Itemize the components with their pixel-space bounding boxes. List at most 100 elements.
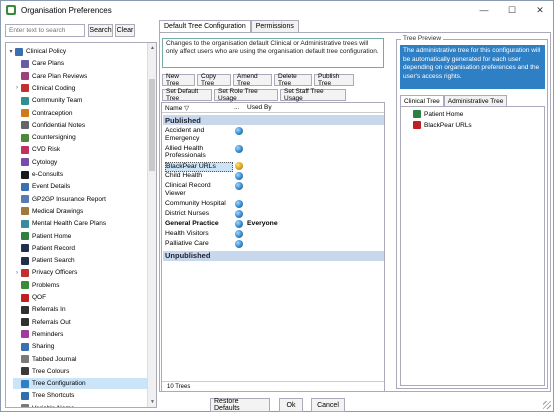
close-button[interactable]: ✕ (526, 1, 554, 19)
tree-item[interactable]: GP2GP Insurance Report (13, 194, 147, 205)
tree-item[interactable]: Problems (13, 280, 147, 291)
tree-item-label: Contraception (32, 109, 73, 117)
tree-item[interactable]: e-Consults (13, 169, 147, 180)
tree-config-row[interactable]: Clinical Record Viewer (163, 182, 384, 198)
expand-toggle-icon[interactable]: › (13, 270, 21, 276)
tree-config-row[interactable]: General Practice Everyone (163, 219, 384, 229)
amend-tree-button[interactable]: Amend Tree (233, 73, 272, 87)
tree-item-label: Event Details (32, 183, 71, 191)
search-row: Search Clear (5, 23, 157, 37)
tree-item-icon (21, 232, 29, 240)
column-chooser-header[interactable]: ... (234, 104, 239, 111)
tree-item-icon (21, 158, 29, 167)
tree-item[interactable]: Sharing (13, 341, 147, 352)
published-group-row[interactable]: Published (163, 115, 384, 125)
tree-item[interactable]: Confidential Notes (13, 120, 147, 131)
unpublished-group-row[interactable]: Unpublished (163, 250, 384, 261)
tab-default-tree-configuration[interactable]: Default Tree Configuration (159, 20, 251, 32)
maximize-button[interactable]: ☐ (498, 1, 526, 19)
tab-permissions[interactable]: Permissions (250, 20, 299, 32)
tree-item-label: Countersigning (32, 134, 76, 142)
expand-toggle-icon[interactable]: ▾ (7, 48, 15, 55)
tree-item[interactable]: Reminders (13, 329, 147, 340)
set-role-tree-usage-button[interactable]: Set Role Tree Usage (214, 88, 278, 102)
tree-scrollbar[interactable]: ▲ ▼ (147, 43, 156, 407)
tree-item[interactable]: Tree Colours (13, 366, 147, 377)
tree-item[interactable]: › Clinical Coding (13, 83, 147, 94)
tree-item-label: Cytology (32, 158, 58, 166)
tree-item[interactable]: Care Plans (13, 58, 147, 69)
resize-grip-icon[interactable] (543, 401, 551, 409)
minimize-button[interactable]: — (470, 1, 498, 19)
search-input[interactable] (5, 23, 85, 37)
globe-icon (235, 199, 243, 208)
tree-item-icon (21, 84, 29, 93)
tree-item[interactable]: Contraception (13, 108, 147, 119)
tree-item-label: Medical Drawings (32, 207, 84, 215)
globe-icon (235, 127, 243, 135)
tree-item-label: Patient Search (32, 257, 75, 265)
scroll-down-icon[interactable]: ▼ (150, 399, 155, 405)
tree-item[interactable]: Tabbed Journal (13, 354, 147, 365)
tab-clinical-tree[interactable]: Clinical Tree (400, 95, 444, 106)
restore-defaults-button[interactable]: Restore Defaults (210, 398, 270, 412)
tree-config-row[interactable]: Palliative Care (163, 239, 384, 249)
tree-item[interactable]: Patient Search (13, 255, 147, 266)
tree-item[interactable]: Referrals Out (13, 317, 147, 328)
tree-config-row[interactable]: Child Health (163, 172, 384, 181)
preview-tree-item[interactable]: Patient Home (413, 110, 463, 118)
tree-config-row[interactable]: Community Hospital (163, 199, 384, 209)
unpublished-changes-icon (235, 162, 243, 170)
tree-config-row[interactable]: District Nurses (163, 209, 384, 219)
tree-name: General Practice (165, 219, 219, 227)
set-default-tree-button[interactable]: Set Default Tree (162, 88, 212, 102)
ok-button[interactable]: Ok (279, 398, 303, 412)
tree-item[interactable]: Countersigning (13, 132, 147, 143)
used-by-column-header[interactable]: Used By (247, 104, 272, 111)
tree-item-label: Confidential Notes (32, 121, 86, 129)
tree-item[interactable]: QOF (13, 292, 147, 303)
publish-tree-button[interactable]: Publish Tree (314, 73, 354, 87)
set-staff-tree-usage-button[interactable]: Set Staff Tree Usage (280, 88, 346, 102)
tree-item[interactable]: Referrals In (13, 304, 147, 315)
tab-administrative-tree[interactable]: Administrative Tree (443, 95, 508, 106)
tree-item[interactable]: Variable Name (13, 403, 147, 407)
name-column-header[interactable]: Name ▽ (165, 104, 189, 112)
tree-item-icon (21, 219, 29, 228)
tree-item[interactable]: Care Plan Reviews (13, 71, 147, 82)
tree-item[interactable]: Patient Record (13, 243, 147, 254)
expand-toggle-icon[interactable]: › (13, 85, 21, 91)
tree-item-label: Tree Colours (32, 367, 70, 375)
cancel-button[interactable]: Cancel (311, 398, 345, 412)
tree-config-row[interactable]: BlackPear URLs (163, 162, 384, 172)
tree-item[interactable]: Cytology (13, 157, 147, 168)
tree-config-row[interactable]: Accident and Emergency (163, 127, 384, 143)
tree-config-row[interactable]: Allied Health Professionals (163, 144, 384, 161)
new-tree-button[interactable]: New Tree (162, 73, 195, 87)
tree-item[interactable]: Event Details (13, 181, 147, 192)
scroll-thumb[interactable] (149, 79, 155, 171)
tree-config-row[interactable]: Health Visitors (163, 229, 384, 239)
scroll-up-icon[interactable]: ▲ (150, 45, 155, 51)
tree-item-icon (21, 281, 29, 290)
clear-button[interactable]: Clear (115, 23, 135, 37)
sort-icon[interactable]: ▽ (184, 105, 189, 112)
tree-item[interactable]: Mental Health Care Plans (13, 218, 147, 229)
tree-item-label: Tabbed Journal (32, 355, 77, 363)
tree-item[interactable]: Community Team (13, 95, 147, 106)
tree-item[interactable]: Patient Home (13, 231, 147, 242)
tree-item[interactable]: ▾ Clinical Policy (7, 46, 147, 57)
tree-item-label: Tree Configuration (32, 380, 86, 388)
tree-item-label: Mental Health Care Plans (32, 220, 107, 228)
preview-tree-item[interactable]: BlackPear URLs (413, 121, 472, 129)
tree-item-icon (21, 293, 29, 302)
tree-item[interactable]: › Privacy Officers (13, 267, 147, 278)
tree-item[interactable]: Tree Configuration (13, 378, 147, 390)
copy-tree-button[interactable]: Copy Tree (197, 73, 231, 87)
app-icon (6, 5, 16, 15)
tree-item[interactable]: Tree Shortcuts (13, 390, 147, 401)
tree-item[interactable]: CVD Risk (13, 144, 147, 155)
delete-tree-button[interactable]: Delete Tree (274, 73, 312, 87)
tree-item[interactable]: Medical Drawings (13, 206, 147, 217)
search-button[interactable]: Search (88, 23, 113, 37)
